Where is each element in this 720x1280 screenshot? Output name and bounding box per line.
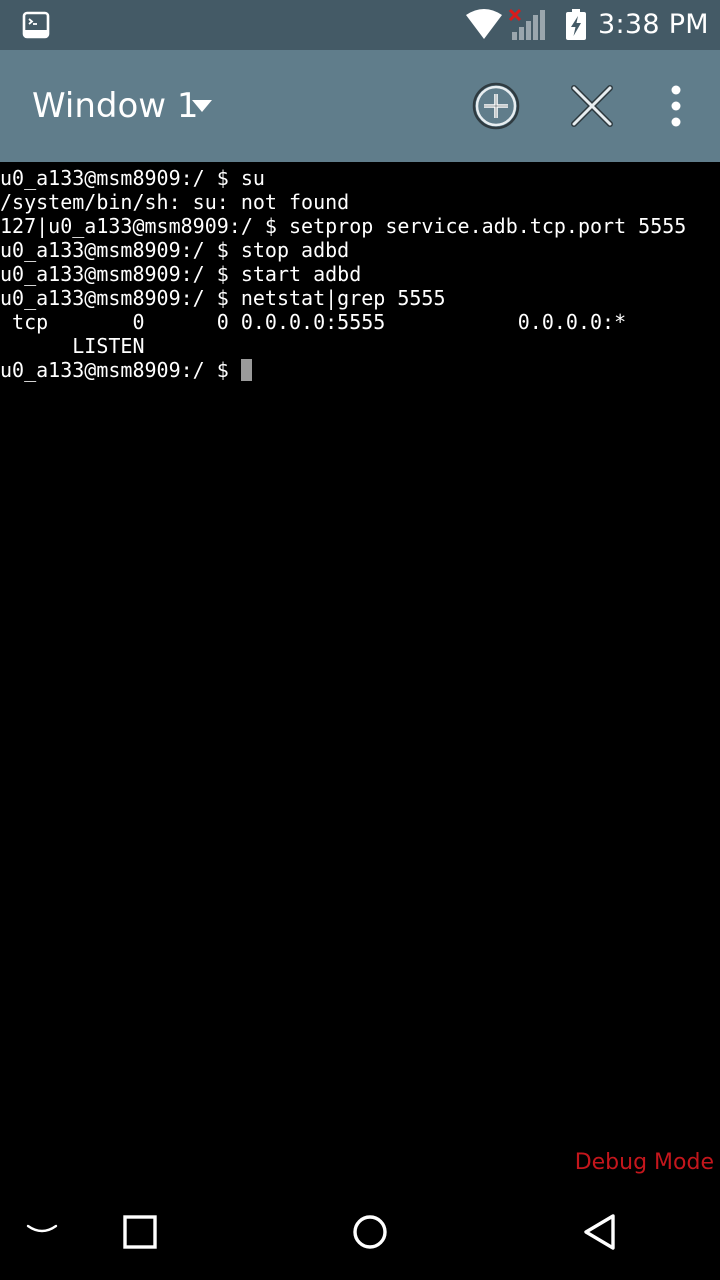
- status-bar: 3:38 PM: [0, 0, 720, 50]
- close-window-icon[interactable]: [568, 82, 616, 130]
- terminal-line: u0_a133@msm8909:/ $ stop adbd: [0, 238, 350, 262]
- app-bar: Window 1: [0, 50, 720, 162]
- terminal-line: tcp 0 0 0.0.0.0:5555 0.0.0.0:*: [0, 310, 627, 334]
- terminal-output[interactable]: u0_a133@msm8909:/ $ su /system/bin/sh: s…: [0, 166, 720, 1188]
- overflow-menu-icon[interactable]: [660, 80, 692, 132]
- status-clock: 3:38 PM: [598, 9, 709, 40]
- battery-charging-icon: [566, 9, 586, 40]
- terminal-line: u0_a133@msm8909:/ $ start adbd: [0, 262, 362, 286]
- add-window-icon[interactable]: [470, 80, 522, 132]
- cell-signal-no-data-icon: [508, 8, 545, 40]
- terminal-line: /system/bin/sh: su: not found: [0, 190, 350, 214]
- hide-keyboard-icon[interactable]: [24, 1218, 60, 1242]
- home-icon[interactable]: [350, 1212, 390, 1252]
- terminal-line: u0_a133@msm8909:/ $ su: [0, 166, 265, 190]
- terminal-line: 127|u0_a133@msm8909:/ $ setprop service.…: [0, 214, 687, 238]
- navigation-bar: [0, 1188, 720, 1280]
- terminal-line: LISTEN: [0, 334, 145, 358]
- terminal-notification-icon: [22, 11, 50, 39]
- terminal-prompt-line[interactable]: u0_a133@msm8909:/ $: [0, 358, 720, 382]
- window-selector[interactable]: Window 1: [32, 82, 199, 130]
- wifi-icon: [466, 9, 502, 39]
- dropdown-arrow-icon[interactable]: [191, 99, 213, 113]
- recents-icon[interactable]: [120, 1212, 160, 1252]
- terminal-prompt: u0_a133@msm8909:/ $: [0, 358, 241, 382]
- debug-mode-label: Debug Mode: [574, 1150, 714, 1175]
- terminal-line: u0_a133@msm8909:/ $ netstat|grep 5555: [0, 286, 446, 310]
- screen: 3:38 PM Window 1 u0_a133@msm8909:/ $ su …: [0, 0, 720, 1280]
- terminal-cursor: [240, 359, 252, 381]
- back-icon[interactable]: [580, 1212, 620, 1252]
